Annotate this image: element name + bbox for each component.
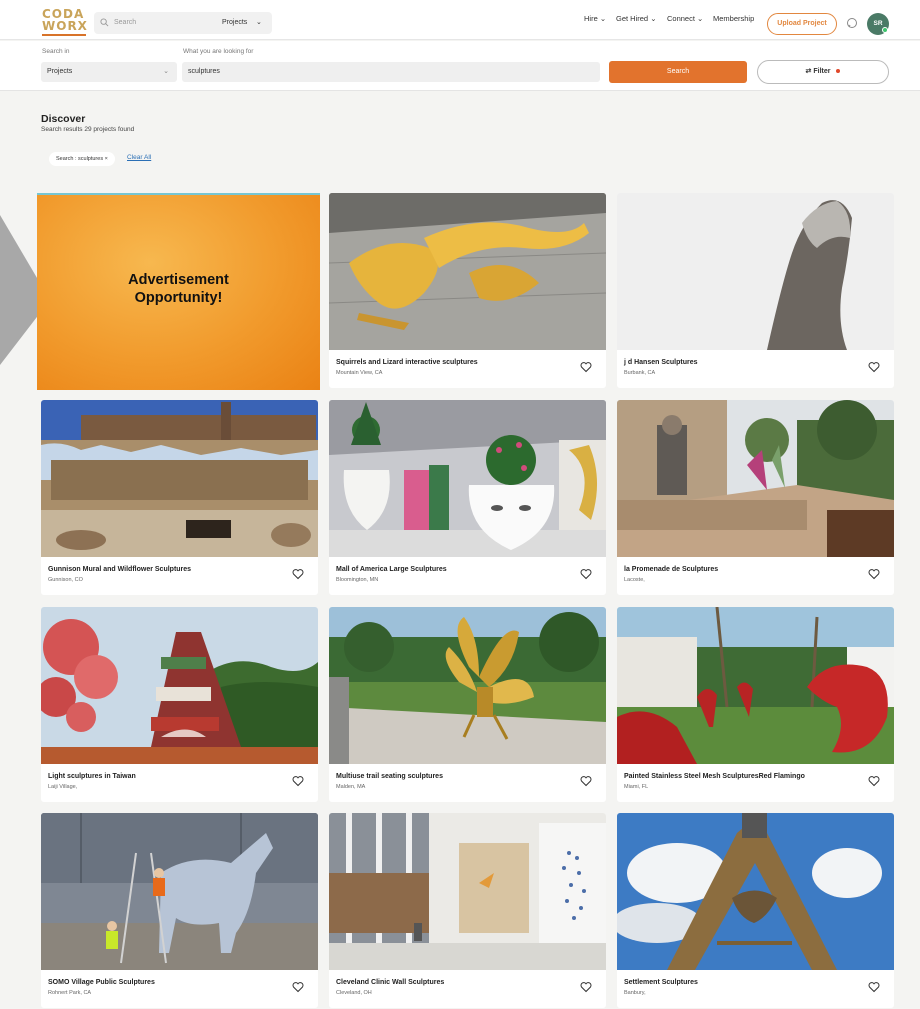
project-card[interactable]: j d Hansen Sculptures Burbank, CA: [617, 193, 894, 388]
project-card[interactable]: Squirrels and Lizard interactive sculptu…: [329, 193, 606, 388]
advertisement-text: Advertisement Opportunity!: [37, 271, 320, 307]
heart-icon[interactable]: [292, 981, 304, 993]
project-card[interactable]: Gunnison Mural and Wildflower Sculptures…: [41, 400, 318, 595]
project-title[interactable]: Cleveland Clinic Wall Sculptures: [336, 979, 444, 986]
project-location: Banbury,: [624, 990, 646, 996]
search-panel: Search in What you are looking for Proje…: [0, 41, 920, 91]
search-scope-select[interactable]: Projects: [222, 19, 247, 26]
project-card[interactable]: Settlement Sculptures Banbury,: [617, 813, 894, 1008]
filter-icon: ⇄: [805, 68, 812, 75]
chevron-down-icon: ⌄: [163, 68, 169, 75]
heart-icon[interactable]: [580, 981, 592, 993]
chevron-down-icon[interactable]: ⌄: [256, 18, 262, 26]
project-image[interactable]: [329, 193, 606, 350]
heart-icon[interactable]: [292, 775, 304, 787]
heart-icon[interactable]: [292, 568, 304, 580]
project-card[interactable]: Multiuse trail seating sculptures Malden…: [329, 607, 606, 802]
heart-icon[interactable]: [868, 981, 880, 993]
search-icon: [100, 18, 109, 27]
chevron-down-icon: ⌄: [650, 14, 657, 23]
project-image[interactable]: [41, 400, 318, 557]
heart-icon[interactable]: [580, 361, 592, 373]
what-looking-label: What you are looking for: [183, 48, 254, 55]
project-title[interactable]: Squirrels and Lizard interactive sculptu…: [336, 359, 478, 366]
search-in-label: Search in: [42, 48, 70, 55]
project-title[interactable]: la Promenade de Sculptures: [624, 566, 718, 573]
ad-top-border: [37, 193, 320, 195]
project-title[interactable]: Settlement Sculptures: [624, 979, 698, 986]
project-title[interactable]: Light sculptures in Taiwan: [48, 773, 136, 780]
heart-icon[interactable]: [868, 775, 880, 787]
project-image[interactable]: [617, 607, 894, 764]
global-search-placeholder: Search: [114, 19, 137, 26]
project-title[interactable]: SOMO Village Public Sculptures: [48, 979, 155, 986]
keyword-value: sculptures: [188, 68, 220, 75]
project-image[interactable]: [329, 400, 606, 557]
project-title[interactable]: Painted Stainless Steel Mesh SculpturesR…: [624, 773, 805, 780]
advertisement-line-1: Advertisement: [128, 272, 229, 288]
project-card[interactable]: Light sculptures in Taiwan Laiji Village…: [41, 607, 318, 802]
filter-label: Filter: [813, 68, 831, 75]
upload-project-button[interactable]: Upload Project: [767, 13, 837, 35]
search-in-value: Projects: [47, 68, 73, 75]
discover-heading: Discover: [41, 113, 86, 125]
project-card[interactable]: SOMO Village Public Sculptures Rohnert P…: [41, 813, 318, 1008]
project-title[interactable]: Mall of America Large Sculptures: [336, 566, 447, 573]
project-location: Burbank, CA: [624, 370, 656, 376]
project-location: Lacoste,: [624, 577, 645, 583]
project-image[interactable]: [617, 400, 894, 557]
project-image[interactable]: [329, 813, 606, 970]
project-location: Gunnison, CO: [48, 577, 83, 583]
project-card[interactable]: Cleveland Clinic Wall Sculptures Clevela…: [329, 813, 606, 1008]
advertisement-line-2: Opportunity!: [134, 290, 223, 306]
project-location: Miami, FL: [624, 784, 649, 790]
close-icon[interactable]: ×: [105, 156, 108, 162]
project-card[interactable]: Painted Stainless Steel Mesh SculpturesR…: [617, 607, 894, 802]
heart-icon[interactable]: [580, 568, 592, 580]
project-location: Bloomington, MN: [336, 577, 379, 583]
project-image[interactable]: [617, 813, 894, 970]
online-status-dot: [882, 27, 888, 33]
project-location: Rohnert Park, CA: [48, 990, 92, 996]
nav-connect[interactable]: Connect ⌄: [667, 14, 703, 23]
project-card[interactable]: la Promenade de Sculptures Lacoste,: [617, 400, 894, 595]
chevron-down-icon: ⌄: [599, 14, 607, 23]
active-filter-chip[interactable]: Search : sculptures ×: [49, 152, 115, 166]
nav-membership[interactable]: Membership: [713, 14, 754, 23]
top-navigation-bar: CODA WORX Search Projects ⌄ Hire ⌄ Get H…: [0, 0, 920, 40]
project-image[interactable]: [617, 193, 894, 350]
nav-hire[interactable]: Hire ⌄: [584, 14, 606, 23]
keyword-input[interactable]: sculptures: [182, 62, 600, 82]
global-search-box[interactable]: Search Projects ⌄: [94, 12, 272, 34]
filter-button[interactable]: ⇄ Filter: [757, 60, 889, 84]
logo-underline: [42, 34, 86, 36]
project-title[interactable]: j d Hansen Sculptures: [624, 359, 698, 366]
project-location: Cleveland, OH: [336, 990, 372, 996]
project-image[interactable]: [41, 813, 318, 970]
project-location: Laiji Village,: [48, 784, 78, 790]
heart-icon[interactable]: [868, 361, 880, 373]
project-card[interactable]: Mall of America Large Sculptures Bloomin…: [329, 400, 606, 595]
advertisement-banner[interactable]: Advertisement Opportunity!: [37, 194, 320, 390]
heart-icon[interactable]: [580, 775, 592, 787]
codaworx-logo[interactable]: CODA WORX: [42, 8, 88, 36]
chat-icon[interactable]: [846, 17, 858, 29]
nav-get-hired[interactable]: Get Hired ⌄: [616, 14, 657, 23]
chip-label: Search : sculptures: [56, 156, 104, 162]
heart-icon[interactable]: [868, 568, 880, 580]
results-count: Search results 29 projects found: [41, 126, 135, 133]
search-in-select[interactable]: Projects ⌄: [41, 62, 177, 82]
logo-text-bottom: WORX: [42, 19, 88, 33]
project-location: Malden, MA: [336, 784, 366, 790]
chevron-down-icon: ⌄: [697, 14, 704, 23]
project-location: Mountain View, CA: [336, 370, 383, 376]
project-title[interactable]: Multiuse trail seating sculptures: [336, 773, 443, 780]
search-button[interactable]: Search: [609, 61, 747, 83]
filter-active-dot: [836, 69, 841, 74]
project-image[interactable]: [41, 607, 318, 764]
clear-all-link[interactable]: Clear All: [127, 154, 151, 161]
project-title[interactable]: Gunnison Mural and Wildflower Sculptures: [48, 566, 191, 573]
project-image[interactable]: [329, 607, 606, 764]
